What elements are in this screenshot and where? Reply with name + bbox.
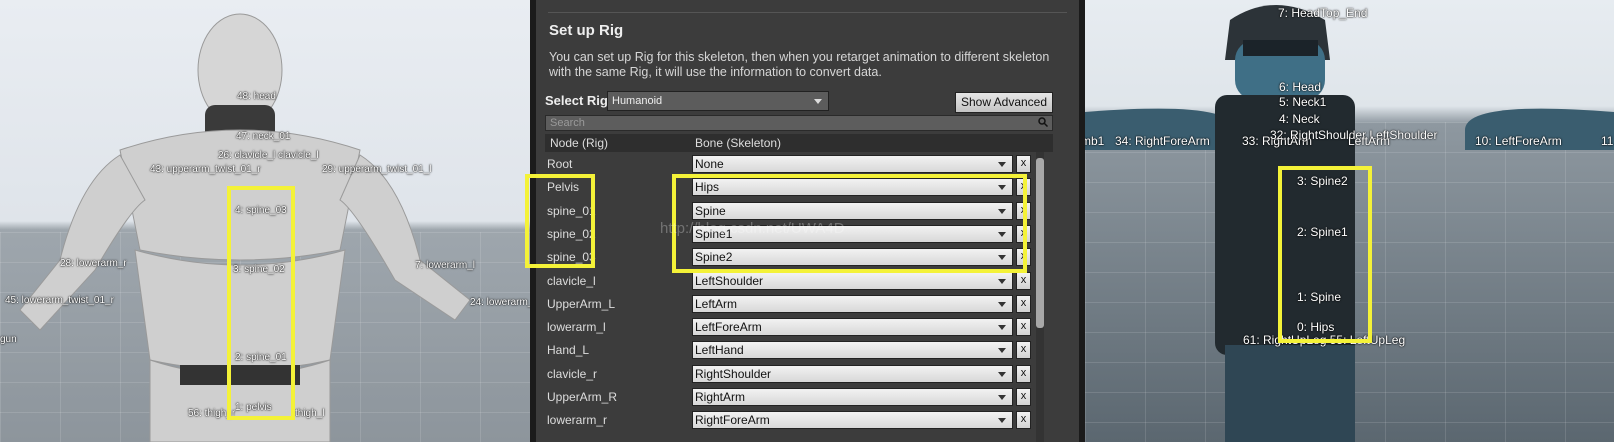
bone-value: RightShoulder <box>695 366 772 381</box>
bone-dropdown[interactable]: RightShoulder <box>692 364 1013 383</box>
bone-dropdown[interactable]: LeftShoulder <box>692 271 1013 290</box>
column-header-bone: Bone (Skeleton) <box>695 136 782 150</box>
clear-button[interactable]: x <box>1016 294 1031 313</box>
show-advanced-button[interactable]: Show Advanced <box>955 92 1053 113</box>
label-lowerarm-r: 28: lowerarm_r <box>60 258 127 269</box>
divider <box>548 12 1067 13</box>
clear-button[interactable]: x <box>1016 271 1031 290</box>
label-11: 11 <box>1601 134 1614 148</box>
bone-dropdown[interactable]: LeftHand <box>692 341 1013 360</box>
scrollbar-thumb[interactable] <box>1036 158 1044 328</box>
search-placeholder: Search <box>550 117 585 129</box>
bone-value: LeftShoulder <box>695 273 764 288</box>
label-leftforearm: 10: LeftForeArm <box>1475 134 1562 148</box>
highlight-node-spine <box>525 174 595 268</box>
chevron-down-icon <box>998 395 1006 400</box>
chevron-down-icon <box>998 301 1006 307</box>
right-viewport-soldier[interactable]: 7: HeadTop_End 6: Head 5: Neck1 4: Neck mb1 3… <box>1085 0 1614 442</box>
chevron-down-icon <box>998 348 1006 354</box>
label-upperarm-l: 29: upperarm_twist_01_l <box>322 164 432 175</box>
clear-button[interactable]: x <box>1016 364 1031 383</box>
label-leftarm: LeftArm <box>1348 134 1391 148</box>
bone-value: RightForeArm <box>695 413 770 428</box>
chevron-down-icon <box>998 325 1006 331</box>
clear-button[interactable]: x <box>1016 388 1031 406</box>
left-viewport-mannequin[interactable]: 48: head 47: neck_01 26: clavicle_l clavic… <box>0 0 530 442</box>
label-lowerarm-l: 7: lowerarm_l <box>415 260 476 271</box>
label-rightforearm: 34: RightForeArm <box>1115 134 1210 148</box>
label-thumb: mb1 <box>1085 134 1105 148</box>
clear-button[interactable]: x <box>1016 341 1031 360</box>
highlight-spine-right <box>1278 166 1372 343</box>
bone-value: LeftHand <box>695 343 744 358</box>
highlight-spine-left <box>227 186 295 420</box>
table-row: Hand_L LeftHand x <box>545 339 1035 361</box>
clear-button[interactable]: x <box>1016 411 1031 430</box>
clear-button[interactable]: x <box>1016 155 1031 173</box>
label-neck: 4: Neck <box>1279 112 1320 126</box>
table-row: lowerarm_r RightForeArm x <box>545 409 1035 431</box>
node-name: UpperArm_R <box>547 390 618 404</box>
node-name: clavicle_l <box>547 273 596 288</box>
node-name: clavicle_r <box>547 366 598 381</box>
node-name: lowerarm_l <box>547 320 606 335</box>
bone-value: None <box>695 157 724 171</box>
label-head: 48: head <box>237 91 276 102</box>
bone-dropdown[interactable]: LeftArm <box>692 294 1013 313</box>
panel-title: Set up Rig <box>549 22 624 39</box>
bone-dropdown[interactable]: RightArm <box>692 388 1013 406</box>
search-input[interactable]: Search <box>545 115 1053 131</box>
bone-value: RightArm <box>695 390 746 404</box>
bone-value: LeftForeArm <box>695 320 762 335</box>
chevron-down-icon <box>998 278 1006 284</box>
label-head-r: 6: Head <box>1279 80 1322 94</box>
clear-button[interactable]: x <box>1016 318 1031 337</box>
chevron-down-icon <box>998 418 1006 424</box>
label-lowerarm-l-24: 24: lowerarm_l <box>470 297 530 308</box>
column-header-node: Node (Rig) <box>550 136 609 150</box>
select-rig-label: Select Rig <box>545 93 608 108</box>
table-row: UpperArm_R RightArm x <box>545 386 1035 408</box>
label-upperarm-r: 43: upperarm_twist_01_r <box>150 164 261 175</box>
table-row: UpperArm_L LeftArm x <box>545 293 1035 315</box>
chevron-down-icon <box>998 162 1006 167</box>
chevron-down-icon <box>998 371 1006 377</box>
table-row: Root None x <box>545 153 1035 175</box>
table-header: Node (Rig) Bone (Skeleton) <box>545 134 1053 152</box>
label-clavicle: 26: clavicle_l clavicle_l <box>218 150 319 161</box>
chevron-down-icon <box>814 99 822 104</box>
node-name: Hand_L <box>547 343 590 358</box>
bone-dropdown[interactable]: LeftForeArm <box>692 318 1013 337</box>
search-icon[interactable] <box>1038 117 1048 127</box>
label-thigh-l: thigh_l <box>295 408 325 419</box>
bone-dropdown[interactable]: RightForeArm <box>692 411 1013 430</box>
select-rig-dropdown[interactable]: Humanoid <box>607 91 829 111</box>
watermark: http://blog.csdn.net/UWA4D <box>660 220 845 237</box>
bone-value: LeftArm <box>695 296 738 311</box>
node-name: UpperArm_L <box>547 296 616 311</box>
label-gun: gun <box>0 334 17 345</box>
table-row: clavicle_r RightShoulder x <box>545 363 1035 385</box>
node-name: Root <box>547 157 573 171</box>
panel-description: You can set up Rig for this skeleton, th… <box>549 50 1050 79</box>
label-neck: 47: neck_01 <box>236 131 291 142</box>
label-headtop: 7: HeadTop_End <box>1278 6 1368 20</box>
node-name: lowerarm_r <box>547 413 608 428</box>
bone-dropdown[interactable]: None <box>692 155 1013 173</box>
select-rig-value: Humanoid <box>612 95 663 107</box>
table-row: lowerarm_l LeftForeArm x <box>545 316 1035 338</box>
label-lowerarm-twist-r: 45: lowerarm_twist_01_r <box>5 295 114 306</box>
label-neck1: 5: Neck1 <box>1279 95 1327 109</box>
